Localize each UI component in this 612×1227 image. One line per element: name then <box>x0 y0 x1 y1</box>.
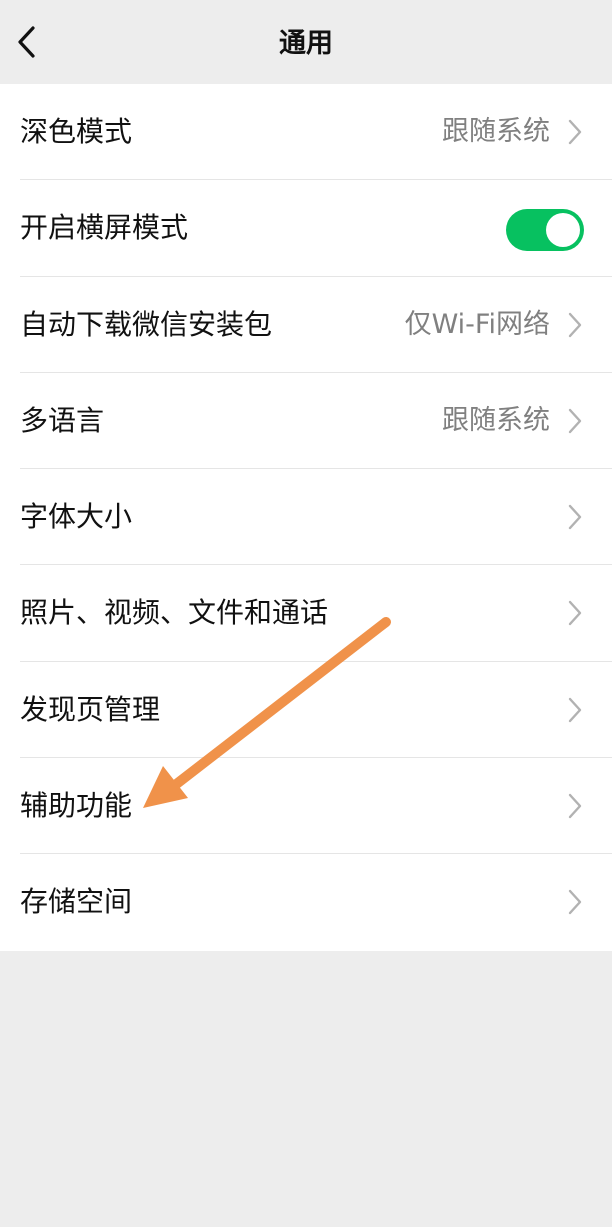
settings-list: 深色模式 跟随系统 开启横屏模式 自动下载微信安装包 仅Wi-Fi网络 多语言 … <box>0 84 612 951</box>
setting-discover-manage[interactable]: 发现页管理 <box>0 662 612 759</box>
setting-media-files[interactable]: 照片、视频、文件和通话 <box>0 565 612 662</box>
setting-landscape-mode: 开启横屏模式 <box>0 180 612 277</box>
chevron-right-icon <box>566 888 584 916</box>
chevron-right-icon <box>566 503 584 531</box>
setting-language[interactable]: 多语言 跟随系统 <box>0 373 612 470</box>
chevron-right-icon <box>566 599 584 627</box>
chevron-right-icon <box>566 407 584 435</box>
setting-storage[interactable]: 存储空间 <box>0 854 612 950</box>
setting-label: 自动下载微信安装包 <box>20 307 273 341</box>
setting-label: 辅助功能 <box>20 789 133 823</box>
chevron-right-icon <box>566 118 584 146</box>
setting-auto-download[interactable]: 自动下载微信安装包 仅Wi-Fi网络 <box>0 277 612 373</box>
setting-dark-mode[interactable]: 深色模式 跟随系统 <box>0 84 612 181</box>
nav-bar: 通用 <box>0 0 612 84</box>
setting-label: 发现页管理 <box>20 692 161 726</box>
setting-value: 跟随系统 <box>442 404 550 436</box>
toggle-knob <box>546 213 580 248</box>
setting-label: 多语言 <box>20 403 105 437</box>
chevron-right-icon <box>566 696 584 724</box>
setting-label: 存储空间 <box>20 885 133 919</box>
setting-label: 字体大小 <box>20 500 133 534</box>
setting-value: 仅Wi-Fi网络 <box>404 308 550 340</box>
setting-font-size[interactable]: 字体大小 <box>0 469 612 566</box>
setting-label: 深色模式 <box>20 115 133 148</box>
setting-label: 开启横屏模式 <box>20 211 189 245</box>
page-title: 通用 <box>279 28 333 59</box>
landscape-mode-toggle[interactable] <box>506 209 584 252</box>
chevron-right-icon <box>566 792 584 820</box>
setting-label: 照片、视频、文件和通话 <box>20 596 329 630</box>
setting-accessibility[interactable]: 辅助功能 <box>0 758 612 855</box>
chevron-right-icon <box>566 311 584 339</box>
setting-value: 跟随系统 <box>442 116 550 147</box>
